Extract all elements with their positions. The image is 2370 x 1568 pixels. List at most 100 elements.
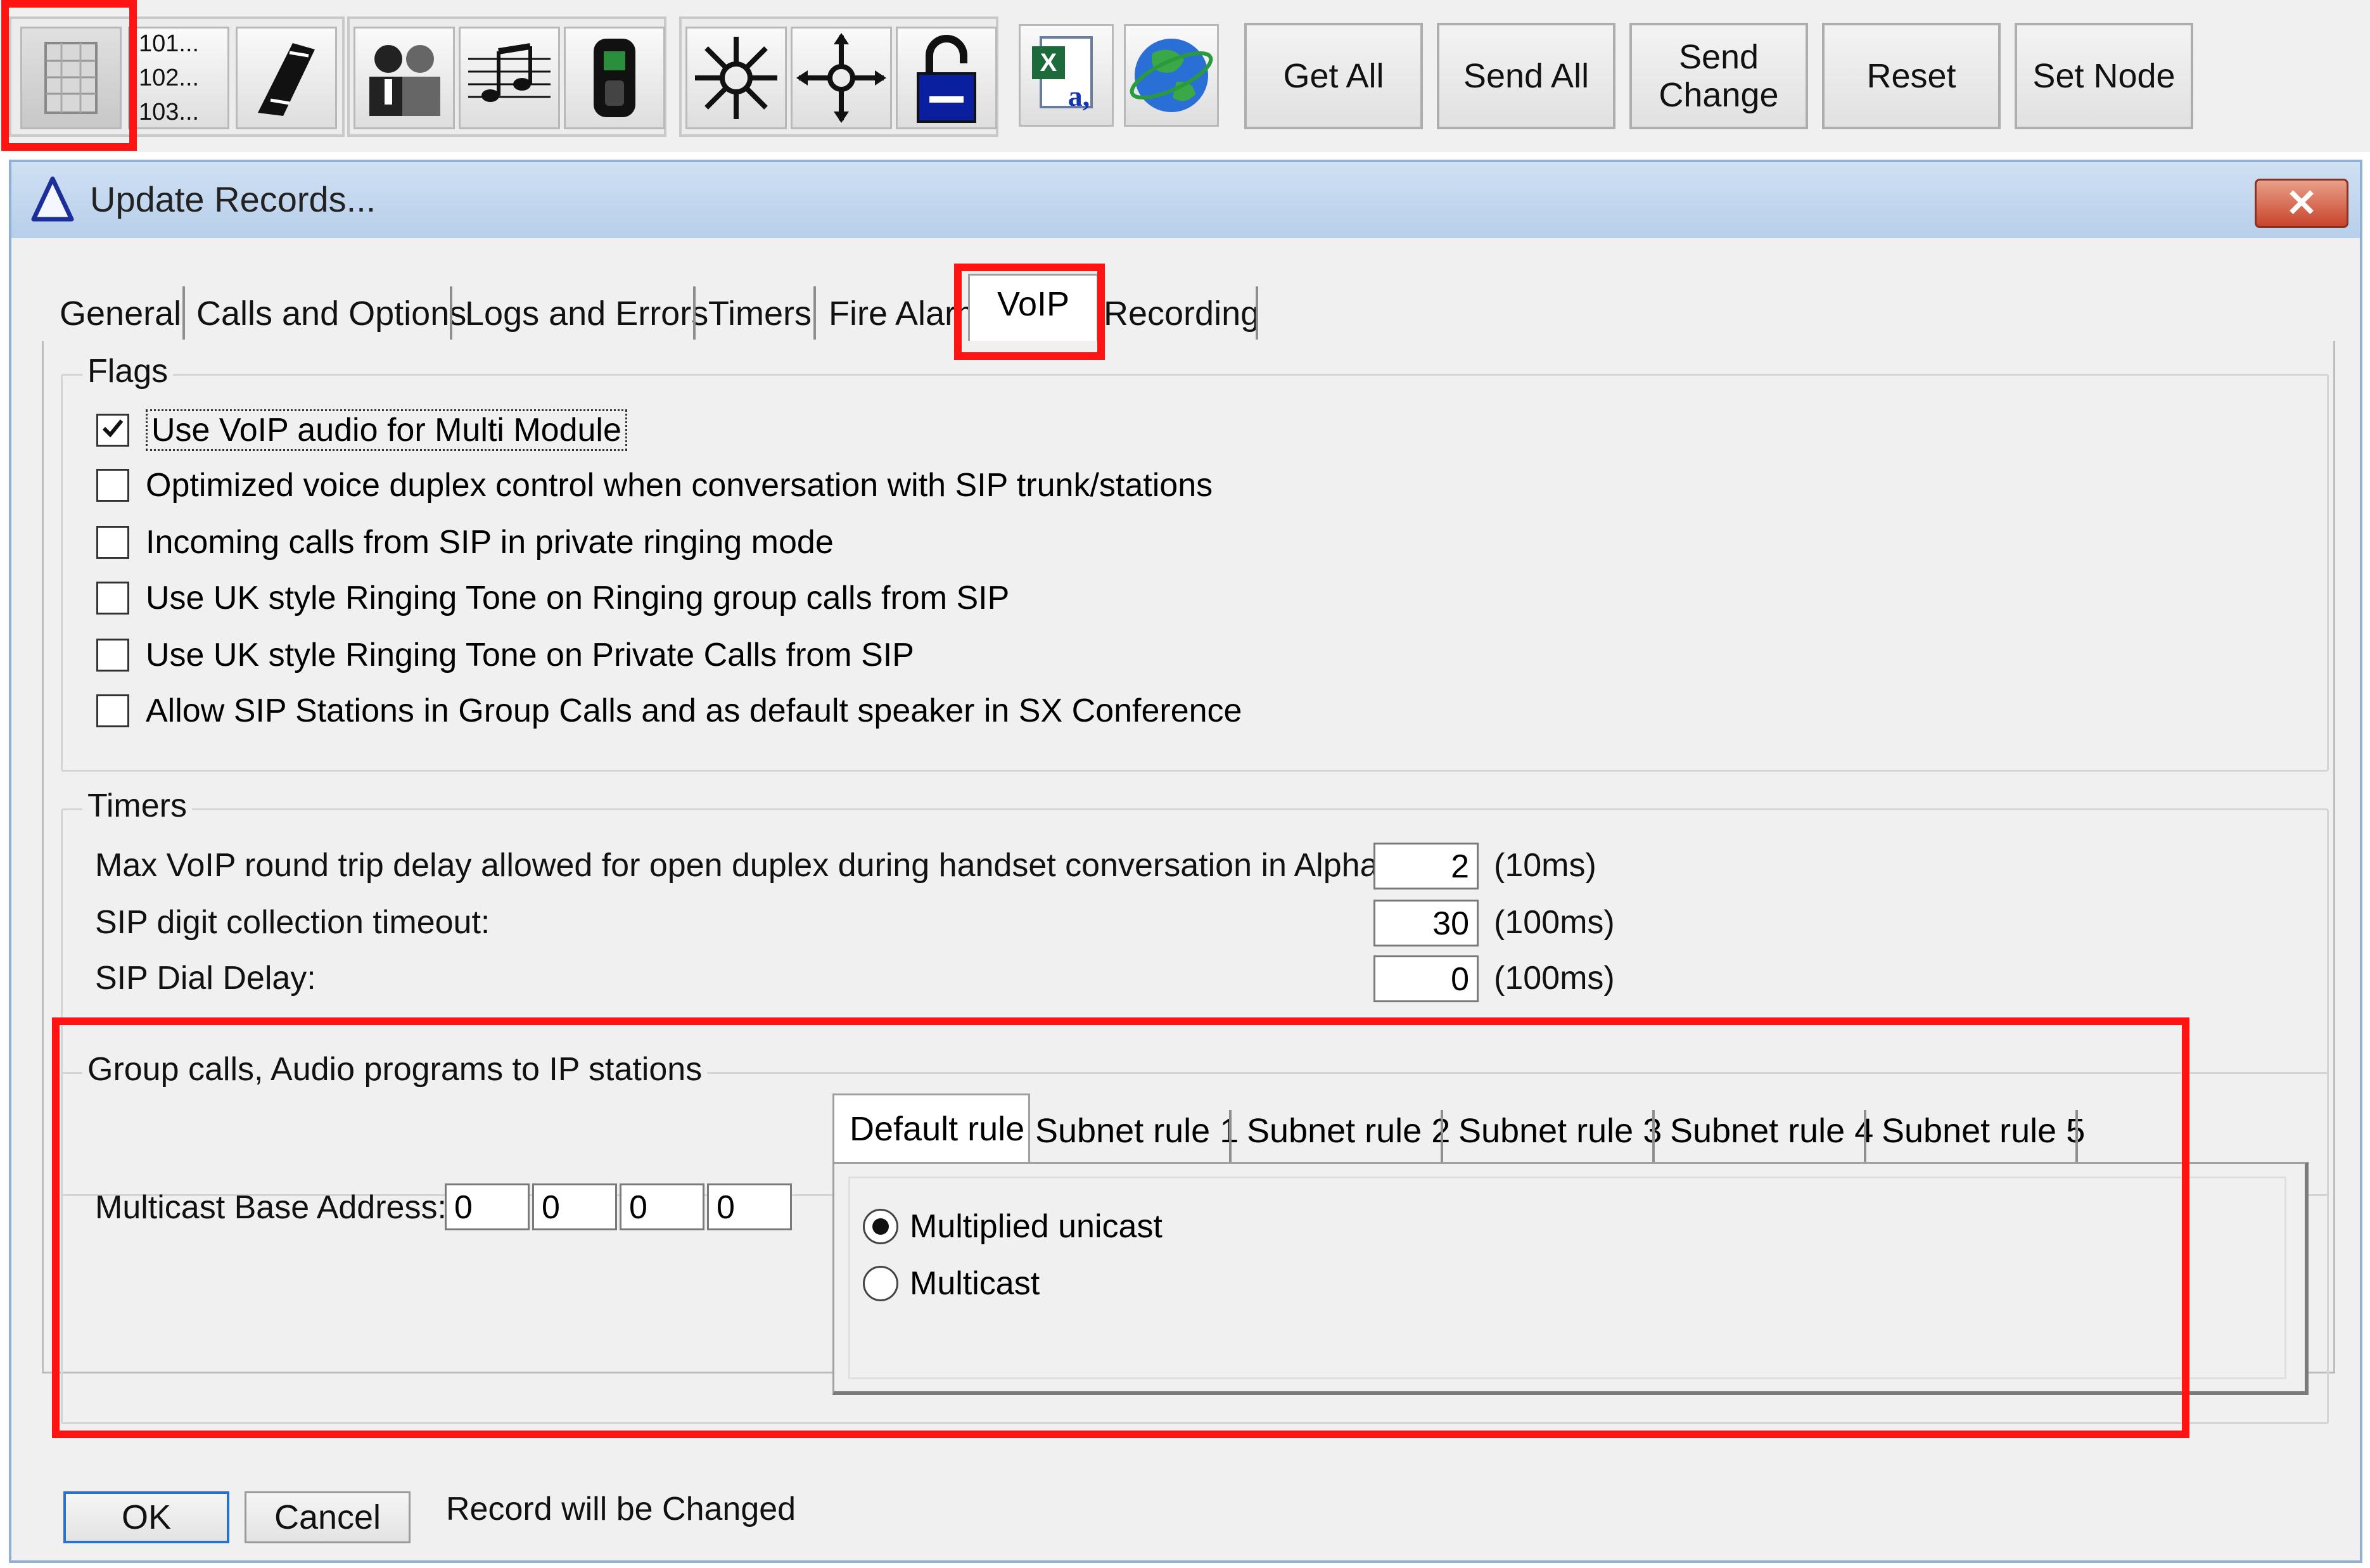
toolbar-group-1: 101... 102... 103... bbox=[9, 16, 345, 137]
checkmark-icon bbox=[100, 411, 125, 449]
tab-separator bbox=[1256, 286, 1258, 340]
checkbox-label: Incoming calls from SIP in private ringi… bbox=[146, 524, 834, 561]
sip-digit-timeout-field[interactable]: 30 bbox=[1373, 900, 1479, 947]
flag-row[interactable]: Use VoIP audio for Multi Module bbox=[96, 409, 627, 451]
radio-label: Multicast bbox=[910, 1265, 1040, 1302]
rule-tab-subnet-5[interactable]: Subnet rule 5 bbox=[1882, 1111, 2085, 1151]
rule-tab-subnet-2[interactable]: Subnet rule 2 bbox=[1247, 1111, 1450, 1151]
multicast-octet-3[interactable]: 0 bbox=[620, 1183, 704, 1230]
toolbar-group-3 bbox=[679, 16, 998, 137]
rule-tab-subnet-1[interactable]: Subnet rule 1 bbox=[1035, 1111, 1239, 1151]
mode-option-multicast[interactable]: Multicast bbox=[863, 1265, 1040, 1303]
number-list-line: 103... bbox=[139, 99, 200, 125]
timer-unit: (100ms) bbox=[1494, 904, 1615, 941]
checkbox[interactable] bbox=[96, 639, 129, 672]
toolbar-group-2 bbox=[347, 16, 666, 137]
tab-separator bbox=[450, 286, 452, 340]
timer-unit: (100ms) bbox=[1494, 960, 1615, 997]
radio-button[interactable] bbox=[863, 1209, 898, 1244]
number-list-line: 102... bbox=[139, 65, 200, 91]
tab-separator bbox=[693, 286, 696, 340]
status-text: Record will be Changed bbox=[446, 1491, 796, 1527]
move-cross-icon[interactable] bbox=[791, 27, 892, 129]
handset-icon[interactable] bbox=[236, 27, 337, 129]
radio-button[interactable] bbox=[863, 1266, 898, 1301]
checkbox[interactable] bbox=[96, 469, 129, 502]
users-icon[interactable] bbox=[354, 27, 455, 129]
timers-legend: Timers bbox=[82, 787, 192, 825]
flags-legend: Flags bbox=[82, 352, 174, 390]
rule-panel-inner bbox=[848, 1176, 2286, 1379]
flag-row[interactable]: Use UK style Ringing Tone on Private Cal… bbox=[96, 636, 914, 674]
group-calls-legend: Group calls, Audio programs to IP statio… bbox=[82, 1050, 708, 1088]
globe-icon[interactable] bbox=[1124, 24, 1219, 127]
excel-address-icon[interactable]: X a, bbox=[1019, 24, 1114, 127]
dialog-title: Update Records... bbox=[90, 179, 376, 219]
flag-row[interactable]: Allow SIP Stations in Group Calls and as… bbox=[96, 692, 1242, 730]
music-icon[interactable] bbox=[459, 27, 560, 129]
checkbox[interactable] bbox=[96, 526, 129, 559]
rule-tab-panel bbox=[832, 1162, 2309, 1395]
svg-text:a,: a, bbox=[1068, 80, 1090, 112]
mode-option-multiplied-unicast[interactable]: Multiplied unicast bbox=[863, 1208, 1163, 1246]
checkbox[interactable] bbox=[96, 582, 129, 615]
tab-separator bbox=[1652, 1110, 1655, 1163]
multicast-octet-4[interactable]: 0 bbox=[707, 1183, 792, 1230]
update-records-dialog: Update Records... ✕ General Calls and Op… bbox=[9, 160, 2362, 1563]
sip-dial-delay-field[interactable]: 0 bbox=[1373, 955, 1479, 1002]
svg-text:X: X bbox=[1040, 49, 1057, 77]
rule-tab-subnet-3[interactable]: Subnet rule 3 bbox=[1458, 1111, 1662, 1151]
warning-triangle-icon bbox=[30, 175, 75, 226]
radio-selected-dot bbox=[872, 1218, 889, 1235]
timer-label: Max VoIP round trip delay allowed for op… bbox=[95, 847, 1439, 884]
round-trip-delay-field[interactable]: 2 bbox=[1373, 843, 1479, 889]
timer-label: SIP Dial Delay: bbox=[95, 960, 316, 997]
tab-separator bbox=[813, 286, 816, 340]
padlock-icon[interactable] bbox=[896, 27, 997, 129]
radio-label: Multiplied unicast bbox=[910, 1208, 1163, 1245]
checkbox[interactable] bbox=[96, 694, 129, 727]
tab-separator bbox=[1441, 1110, 1443, 1163]
flag-row[interactable]: Use UK style Ringing Tone on Ringing gro… bbox=[96, 579, 1009, 617]
dialog-titlebar[interactable]: Update Records... ✕ bbox=[11, 162, 2360, 238]
flag-row[interactable]: Incoming calls from SIP in private ringi… bbox=[96, 523, 834, 561]
tab-timers[interactable]: Timers bbox=[708, 283, 812, 340]
tab-recording[interactable]: Recording bbox=[1104, 283, 1259, 340]
checkbox-label: Use VoIP audio for Multi Module bbox=[146, 409, 627, 451]
intercom-station-icon[interactable] bbox=[564, 27, 665, 129]
rule-tab-default[interactable]: Default rule bbox=[832, 1093, 1030, 1163]
number-list-icon[interactable]: 101... 102... 103... bbox=[128, 27, 229, 129]
rule-tab-label: Default rule bbox=[850, 1110, 1025, 1148]
ok-button[interactable]: OK bbox=[63, 1491, 229, 1543]
timer-label: SIP digit collection timeout: bbox=[95, 904, 490, 941]
rule-tab-subnet-4[interactable]: Subnet rule 4 bbox=[1670, 1111, 1873, 1151]
number-list-line: 101... bbox=[139, 30, 200, 57]
tab-logs-and-errors[interactable]: Logs and Errors bbox=[465, 283, 708, 340]
send-change-button[interactable]: Send Change bbox=[1629, 23, 1808, 129]
tab-calls-and-options[interactable]: Calls and Options bbox=[196, 283, 466, 340]
checkbox-label: Optimized voice duplex control when conv… bbox=[146, 467, 1213, 504]
get-all-button[interactable]: Get All bbox=[1244, 23, 1423, 129]
tab-separator bbox=[1864, 1110, 1866, 1163]
network-star-icon[interactable] bbox=[685, 27, 787, 129]
tab-general[interactable]: General bbox=[60, 283, 181, 340]
database-icon[interactable] bbox=[20, 27, 122, 129]
flag-row[interactable]: Optimized voice duplex control when conv… bbox=[96, 466, 1213, 504]
tab-voip[interactable]: VoIP bbox=[968, 274, 1099, 343]
multicast-octet-2[interactable]: 0 bbox=[532, 1183, 617, 1230]
close-button[interactable]: ✕ bbox=[2255, 179, 2348, 228]
tab-separator bbox=[182, 286, 185, 340]
close-icon: ✕ bbox=[2285, 182, 2318, 224]
checkbox[interactable] bbox=[96, 414, 129, 447]
checkbox-label: Allow SIP Stations in Group Calls and as… bbox=[146, 692, 1242, 729]
checkbox-label: Use UK style Ringing Tone on Ringing gro… bbox=[146, 580, 1010, 616]
cancel-button[interactable]: Cancel bbox=[245, 1491, 411, 1543]
tab-separator bbox=[2075, 1110, 2078, 1163]
send-all-button[interactable]: Send All bbox=[1437, 23, 1615, 129]
reset-button[interactable]: Reset bbox=[1822, 23, 2001, 129]
timer-unit: (10ms) bbox=[1494, 847, 1596, 884]
multicast-octet-1[interactable]: 0 bbox=[445, 1183, 530, 1230]
checkbox-label: Use UK style Ringing Tone on Private Cal… bbox=[146, 637, 914, 673]
tab-fire-alarm[interactable]: Fire Alarm bbox=[829, 283, 968, 340]
set-node-button[interactable]: Set Node bbox=[2015, 23, 2193, 129]
